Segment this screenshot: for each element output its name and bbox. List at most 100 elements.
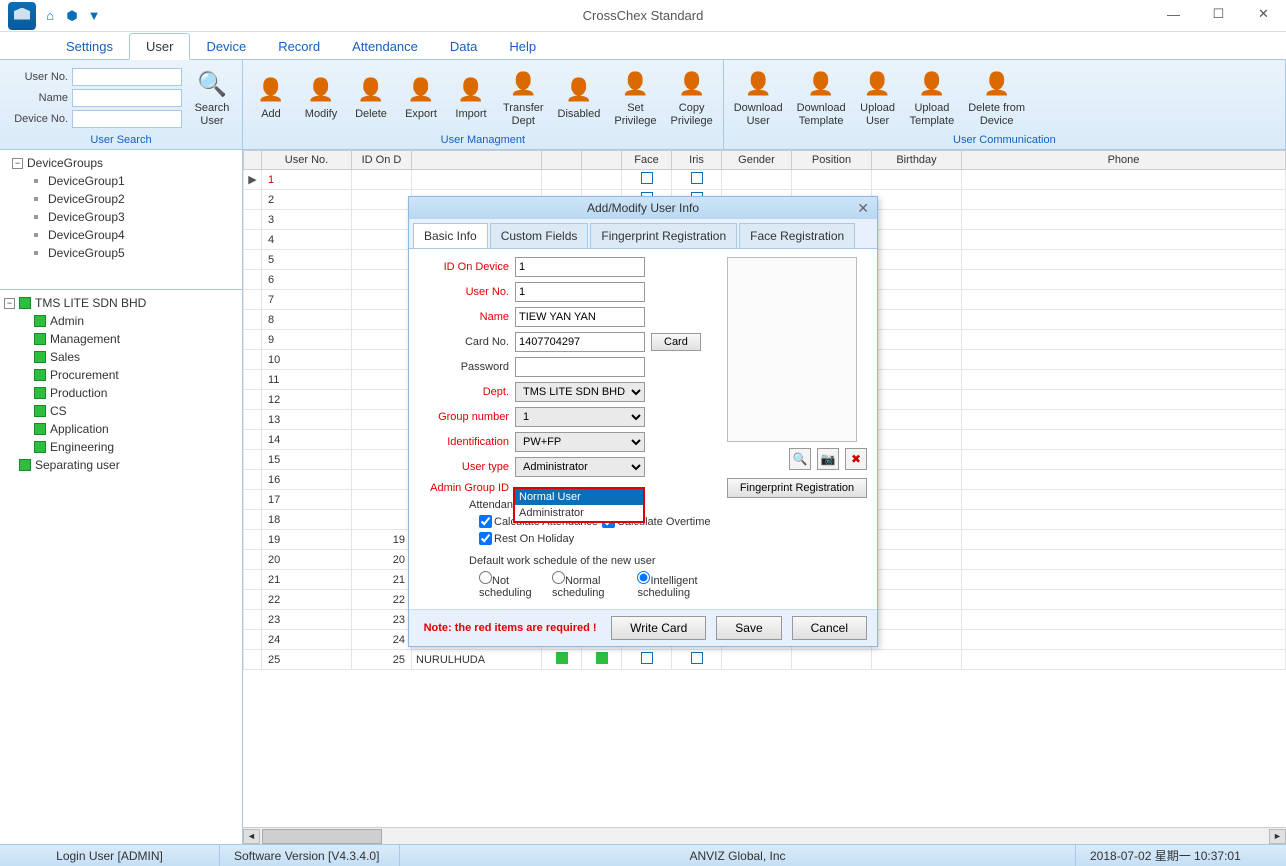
grid-col-idond[interactable]: ID On D <box>352 151 412 170</box>
tree-root-label[interactable]: DeviceGroups <box>27 156 103 170</box>
minimize-button[interactable]: — <box>1151 0 1196 28</box>
usertype-select[interactable]: Administrator <box>515 457 645 477</box>
zoom-icon[interactable]: 🔍 <box>789 448 811 470</box>
transfer-button[interactable]: Transfer Dept <box>497 66 550 128</box>
grid-col-face[interactable]: Face <box>622 151 672 170</box>
delete-button[interactable]: Delete <box>347 72 395 122</box>
tab-face[interactable]: Face Registration <box>739 223 855 248</box>
home-icon[interactable]: ⌂ <box>42 8 58 24</box>
dept-item[interactable]: CS <box>4 402 238 420</box>
camera-icon[interactable]: 📷 <box>817 448 839 470</box>
maximize-button[interactable]: ☐ <box>1196 0 1241 28</box>
menu-attendance[interactable]: Attendance <box>336 34 434 59</box>
search-user-button[interactable]: 🔍 Search User <box>188 66 236 128</box>
menu-record[interactable]: Record <box>262 34 336 59</box>
import-button[interactable]: Import <box>447 72 495 122</box>
menu-user[interactable]: User <box>129 33 190 60</box>
export-button[interactable]: Export <box>397 72 445 122</box>
save-button[interactable]: Save <box>716 616 781 640</box>
delete-photo-icon[interactable]: ✖ <box>845 448 867 470</box>
modal-close-button[interactable]: ✕ <box>857 200 869 217</box>
grid-col-gender[interactable]: Gender <box>722 151 792 170</box>
grid-col-name[interactable] <box>412 151 542 170</box>
dltmpl-button[interactable]: Download Template <box>791 66 852 128</box>
tab-fingerprint[interactable]: Fingerprint Registration <box>590 223 737 248</box>
table-row[interactable]: 2525NURULHUDA <box>244 650 1286 670</box>
grid-col-userno[interactable]: User No. <box>262 151 352 170</box>
table-row[interactable]: ▶1 <box>244 170 1286 190</box>
face-checkbox[interactable] <box>641 652 653 664</box>
card-button[interactable]: Card <box>651 333 701 351</box>
search-userno-input[interactable] <box>72 68 182 86</box>
cardno-input[interactable] <box>515 332 645 352</box>
iris-checkbox[interactable] <box>691 172 703 184</box>
dept-item[interactable]: Sales <box>4 348 238 366</box>
dept-select[interactable]: TMS LITE SDN BHD <box>515 382 645 402</box>
sched-normal-radio[interactable]: Normal scheduling <box>552 571 624 599</box>
dept-item[interactable]: Engineering <box>4 438 238 456</box>
dept-root-label[interactable]: TMS LITE SDN BHD <box>35 296 146 310</box>
dept-item[interactable]: Procurement <box>4 366 238 384</box>
grid-col-fp2[interactable] <box>582 151 622 170</box>
tab-custom-fields[interactable]: Custom Fields <box>490 223 589 248</box>
scroll-thumb[interactable] <box>262 829 382 844</box>
name-input[interactable] <box>515 307 645 327</box>
dept-extra-label[interactable]: Separating user <box>35 458 120 472</box>
device-group-item[interactable]: DeviceGroup4 <box>4 226 238 244</box>
cancel-button[interactable]: Cancel <box>792 616 867 640</box>
grid-col-fp1[interactable] <box>542 151 582 170</box>
group-select[interactable]: 1 <box>515 407 645 427</box>
dept-item[interactable]: Production <box>4 384 238 402</box>
copypriv-button[interactable]: Copy Privilege <box>665 66 719 128</box>
search-deviceno-input[interactable] <box>72 110 182 128</box>
add-button[interactable]: Add <box>247 72 295 122</box>
sched-not-radio[interactable]: Not scheduling <box>479 571 538 599</box>
tree-toggle-icon[interactable]: − <box>12 158 23 169</box>
menu-settings[interactable]: Settings <box>50 34 129 59</box>
dluser-button[interactable]: Download User <box>728 66 789 128</box>
tab-basic-info[interactable]: Basic Info <box>413 223 488 248</box>
disabled-button[interactable]: Disabled <box>552 72 607 122</box>
sched-intelligent-radio[interactable]: Intelligent scheduling <box>637 571 717 599</box>
fingerprint-reg-button[interactable]: Fingerprint Registration <box>727 478 867 498</box>
grid-col-iris[interactable]: Iris <box>672 151 722 170</box>
menu-help[interactable]: Help <box>493 34 552 59</box>
scroll-right-icon[interactable]: ► <box>1269 829 1286 844</box>
close-button[interactable]: ✕ <box>1241 0 1286 28</box>
anviz-icon[interactable]: ⬢ <box>64 8 80 24</box>
dept-item[interactable]: Application <box>4 420 238 438</box>
horizontal-scrollbar[interactable]: ◄ ► <box>243 827 1286 844</box>
modify-button[interactable]: Modify <box>297 72 345 122</box>
grid-col-phone[interactable]: Phone <box>962 151 1286 170</box>
dept-tree[interactable]: −TMS LITE SDN BHD AdminManagementSalesPr… <box>0 290 242 844</box>
password-input[interactable] <box>515 357 645 377</box>
grid-col-position[interactable]: Position <box>792 151 872 170</box>
usertype-dropdown-list[interactable]: Normal User Administrator <box>513 487 645 523</box>
usertype-option-normal[interactable]: Normal User <box>515 489 643 505</box>
scroll-left-icon[interactable]: ◄ <box>243 829 260 844</box>
shield-icon[interactable]: ▼ <box>86 8 102 24</box>
dept-item[interactable]: Admin <box>4 312 238 330</box>
userno-input[interactable] <box>515 282 645 302</box>
tree-toggle-icon[interactable]: − <box>4 298 15 309</box>
menu-device[interactable]: Device <box>190 34 262 59</box>
usertype-option-admin[interactable]: Administrator <box>515 505 643 521</box>
grid-col-birthday[interactable]: Birthday <box>872 151 962 170</box>
device-group-item[interactable]: DeviceGroup2 <box>4 190 238 208</box>
ultmpl-button[interactable]: Upload Template <box>904 66 961 128</box>
ident-select[interactable]: PW+FP <box>515 432 645 452</box>
device-group-item[interactable]: DeviceGroup1 <box>4 172 238 190</box>
setpriv-button[interactable]: Set Privilege <box>608 66 662 128</box>
delfrom-button[interactable]: Delete from Device <box>962 66 1031 128</box>
write-card-button[interactable]: Write Card <box>611 616 706 640</box>
id-on-device-input[interactable] <box>515 257 645 277</box>
device-group-item[interactable]: DeviceGroup5 <box>4 244 238 262</box>
rest-holiday-checkbox[interactable]: Rest On Holiday <box>479 532 574 545</box>
dept-item[interactable]: Management <box>4 330 238 348</box>
iris-checkbox[interactable] <box>691 652 703 664</box>
menu-data[interactable]: Data <box>434 34 493 59</box>
uluser-button[interactable]: Upload User <box>854 66 902 128</box>
face-checkbox[interactable] <box>641 172 653 184</box>
device-tree[interactable]: −DeviceGroups DeviceGroup1DeviceGroup2De… <box>0 150 242 290</box>
device-group-item[interactable]: DeviceGroup3 <box>4 208 238 226</box>
